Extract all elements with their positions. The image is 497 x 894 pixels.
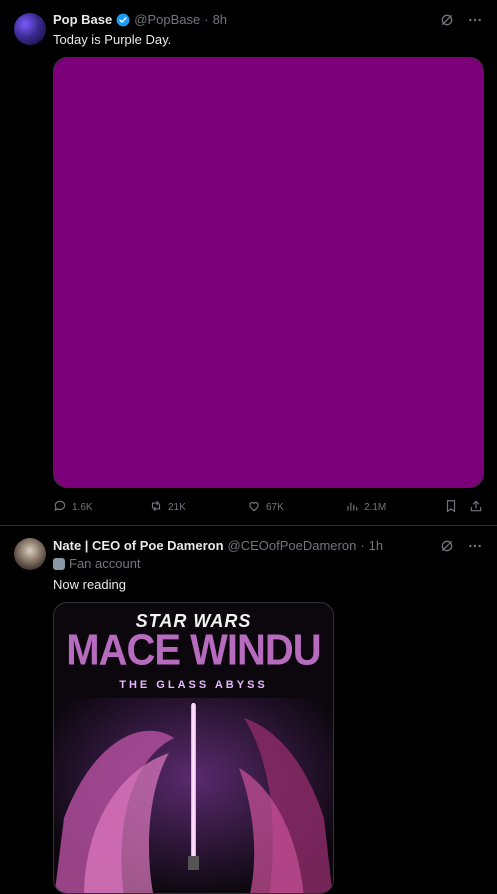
tweet-pop-base[interactable]: Pop Base @PopBase · 8h Today is Purple D… (0, 0, 497, 526)
avatar[interactable] (14, 538, 46, 570)
more-icon[interactable] (467, 12, 483, 33)
share-button[interactable] (469, 499, 483, 516)
tweet-media-image[interactable] (53, 57, 484, 488)
like-button[interactable]: 67K (247, 499, 284, 516)
display-name[interactable]: Nate | CEO of Poe Dameron (53, 538, 224, 553)
like-count: 67K (266, 502, 284, 513)
bookmark-icon (444, 499, 458, 516)
repost-button[interactable]: 21K (149, 499, 186, 516)
tweet-header: Pop Base @PopBase · 8h (53, 12, 437, 27)
tweet-text: Today is Purple Day. (53, 32, 172, 47)
handle[interactable]: @CEOofPoeDameron (228, 538, 357, 553)
reply-icon (53, 499, 67, 516)
views-count: 2.1M (364, 502, 387, 513)
tweet-media-poster[interactable]: STAR WARS MACE WINDU THE GLASS ABYSS (53, 602, 334, 894)
grok-icon[interactable] (439, 538, 455, 559)
poster-subtitle: THE GLASS ABYSS (119, 679, 268, 691)
avatar[interactable] (14, 13, 46, 45)
share-icon (469, 499, 483, 516)
tweet-header: Nate | CEO of Poe Dameron @CEOofPoeDamer… (53, 538, 437, 553)
reply-button[interactable]: 1.6K (53, 499, 93, 516)
handle[interactable]: @PopBase (134, 12, 200, 27)
poster-title-block: STAR WARS MACE WINDU THE GLASS ABYSS (54, 603, 333, 703)
tweet-text: Now reading (53, 577, 126, 592)
display-name[interactable]: Pop Base (53, 12, 112, 27)
fan-account-label: Fan account (53, 556, 141, 571)
tweet-top-actions (439, 538, 483, 559)
views-button[interactable]: 2.1M (345, 499, 386, 516)
repost-icon (149, 499, 163, 516)
poster-artwork (54, 698, 333, 893)
separator-dot: · (204, 12, 209, 27)
bookmark-button[interactable] (444, 499, 458, 516)
more-icon[interactable] (467, 538, 483, 559)
reply-count: 1.6K (72, 502, 93, 513)
views-icon (345, 499, 359, 516)
poster-title: MACE WINDU (66, 625, 321, 675)
timestamp[interactable]: 8h (213, 12, 227, 27)
timestamp[interactable]: 1h (369, 538, 383, 553)
like-icon (247, 499, 261, 516)
repost-count: 21K (168, 502, 186, 513)
separator-dot: · (360, 538, 365, 553)
tweet-nate[interactable]: Nate | CEO of Poe Dameron @CEOofPoeDamer… (0, 526, 497, 894)
verified-badge-icon (116, 13, 130, 27)
tweet-actions: 1.6K 21K 67K 2.1M (53, 499, 484, 517)
tweet-top-actions (439, 12, 483, 33)
fan-account-text: Fan account (69, 556, 141, 571)
grok-icon[interactable] (439, 12, 455, 33)
fan-badge-icon (53, 557, 65, 570)
